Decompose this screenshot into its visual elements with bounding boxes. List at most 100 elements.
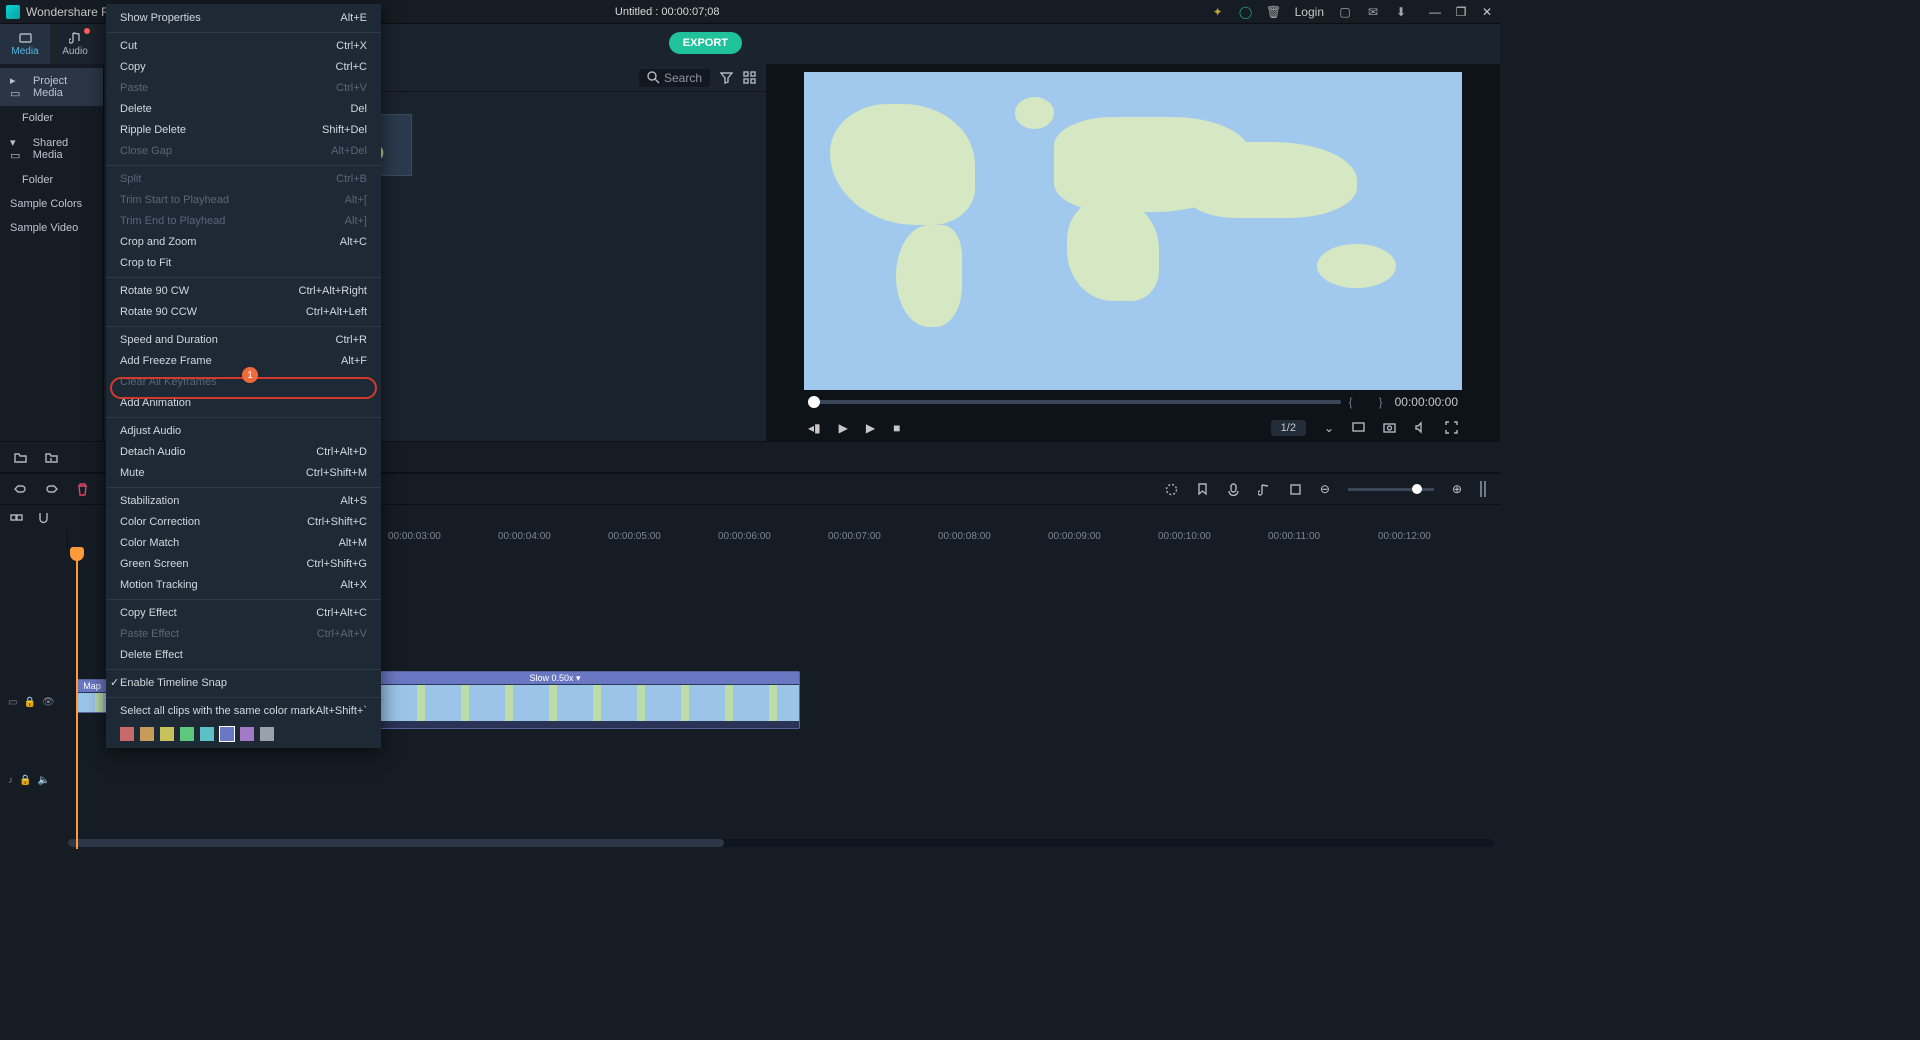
save-folder-icon[interactable] [45,451,58,464]
zoom-fit-icon[interactable] [1480,481,1486,497]
undo-icon[interactable] [14,483,27,496]
tab-media[interactable]: Media [0,24,50,64]
ctx-speed-duration[interactable]: Speed and DurationCtrl+R [106,330,381,351]
track-header-video[interactable]: ▭ 🔒 👁 [0,697,68,708]
play-button[interactable]: ▶ [839,421,848,435]
ctx-green-screen[interactable]: Green ScreenCtrl+Shift+G [106,554,381,575]
ruler-tick: 00:00:03:00 [388,531,441,542]
media-sidebar: ▸ ▭Project Media Folder ▾ ▭Shared Media … [0,64,104,441]
color-swatch[interactable] [120,727,134,741]
mail-icon[interactable]: ✉ [1366,5,1380,19]
ctx-crop-zoom[interactable]: Crop and ZoomAlt+C [106,232,381,253]
ctx-crop-fit[interactable]: Crop to Fit [106,253,381,274]
redo-icon[interactable] [45,483,58,496]
ctx-ripple-delete[interactable]: Ripple DeleteShift+Del [106,120,381,141]
export-button[interactable]: EXPORT [669,32,742,54]
close-button[interactable]: ✕ [1480,5,1494,19]
magnet-icon[interactable] [37,511,50,524]
search-input[interactable]: Search [639,69,710,87]
sidebar-label: Project Media [33,75,93,99]
save-icon[interactable]: ▢ [1338,5,1352,19]
ctx-mute[interactable]: MuteCtrl+Shift+M [106,463,381,484]
sidebar-item-sample-video[interactable]: Sample Video [0,216,103,240]
snapshot-icon[interactable] [1383,421,1396,434]
prev-frame-button[interactable]: ◂▮ [808,421,821,435]
timeline-scrollbar[interactable] [68,839,1494,847]
ctx-show-properties[interactable]: Show PropertiesAlt+E [106,8,381,29]
audio-mixer-icon[interactable] [1258,483,1271,496]
visible-icon[interactable]: ▭ [8,697,17,708]
lightbulb-icon[interactable]: ✦ [1211,5,1225,19]
sidebar-item-project-media[interactable]: ▸ ▭Project Media [0,68,103,106]
ctx-motion-tracking[interactable]: Motion TrackingAlt+X [106,575,381,596]
ctx-detach-audio[interactable]: Detach AudioCtrl+Alt+D [106,442,381,463]
ctx-color-match[interactable]: Color MatchAlt+M [106,533,381,554]
minimize-button[interactable]: — [1428,5,1442,19]
tab-audio[interactable]: Audio [50,24,100,64]
color-swatch[interactable] [180,727,194,741]
color-swatch[interactable] [240,727,254,741]
ctx-rotate-ccw[interactable]: Rotate 90 CCWCtrl+Alt+Left [106,302,381,323]
trash-icon[interactable]: 🗑 [1267,5,1281,19]
ruler-tick: 00:00:05:00 [608,531,661,542]
display-icon[interactable] [1352,421,1365,434]
preview-zoom-select[interactable]: 1/2 [1271,420,1306,436]
lock-icon[interactable]: 🔒 [23,697,35,708]
stop-button[interactable]: ■ [893,421,900,435]
ctx-add-animation[interactable]: Add Animation [106,393,381,414]
grid-view-icon[interactable] [743,71,756,84]
mute-track-icon[interactable]: 👁 [42,697,55,708]
timeline-clip-small[interactable]: Map [76,679,108,713]
ctx-stabilization[interactable]: StabilizationAlt+S [106,491,381,512]
ctx-delete-effect[interactable]: Delete Effect [106,645,381,666]
ctx-color-correction[interactable]: Color CorrectionCtrl+Shift+C [106,512,381,533]
music-icon[interactable]: ♪ [8,775,13,786]
crop-icon[interactable] [1289,483,1302,496]
render-icon[interactable] [1165,483,1178,496]
ctx-copy[interactable]: CopyCtrl+C [106,57,381,78]
check-icon: ✓ [110,676,119,691]
delete-icon[interactable] [76,483,89,496]
zoom-out-button[interactable]: ⊖ [1320,482,1330,496]
next-frame-button[interactable]: ▶ [866,421,875,435]
chevron-down-icon[interactable]: ⌄ [1324,421,1334,435]
ctx-select-color-mark[interactable]: Select all clips with the same color mar… [106,701,381,722]
color-swatch[interactable] [160,727,174,741]
open-folder-icon[interactable] [14,451,27,464]
lock-icon[interactable]: 🔒 [19,775,31,786]
voiceover-icon[interactable] [1227,483,1240,496]
preview-viewport[interactable] [804,72,1462,390]
sidebar-item-folder[interactable]: Folder [0,168,103,192]
ctx-cut[interactable]: CutCtrl+X [106,36,381,57]
ctx-timeline-snap[interactable]: ✓Enable Timeline Snap [106,673,381,694]
sidebar-item-folder[interactable]: Folder [0,106,103,130]
track-header-audio[interactable]: ♪ 🔒 🔈 [0,775,68,786]
clip-label: Map [77,680,107,692]
volume-icon[interactable] [1414,421,1427,434]
color-swatch[interactable] [260,727,274,741]
ctx-delete[interactable]: DeleteDel [106,99,381,120]
headphones-icon[interactable]: ◯ [1239,5,1253,19]
link-icon[interactable] [10,511,23,524]
login-button[interactable]: Login [1295,5,1324,19]
marker-icon[interactable] [1196,483,1209,496]
color-swatch[interactable] [200,727,214,741]
speaker-icon[interactable]: 🔈 [37,775,49,786]
sidebar-item-sample-colors[interactable]: Sample Colors [0,192,103,216]
maximize-button[interactable]: ❐ [1454,5,1468,19]
timeline-clip-large[interactable]: Slow 0.50x ▾ [310,671,800,729]
playhead[interactable] [76,549,78,849]
ctx-rotate-cw[interactable]: Rotate 90 CWCtrl+Alt+Right [106,281,381,302]
ctx-split: SplitCtrl+B [106,169,381,190]
ctx-copy-effect[interactable]: Copy EffectCtrl+Alt+C [106,603,381,624]
color-swatch[interactable] [220,727,234,741]
timeline-zoom-slider[interactable] [1348,488,1434,491]
color-swatch[interactable] [140,727,154,741]
zoom-in-button[interactable]: ⊕ [1452,482,1462,496]
preview-scrubber[interactable] [808,400,1341,404]
download-icon[interactable]: ⬇ [1394,5,1408,19]
fullscreen-icon[interactable] [1445,421,1458,434]
ctx-adjust-audio[interactable]: Adjust Audio [106,421,381,442]
sidebar-item-shared-media[interactable]: ▾ ▭Shared Media [0,130,103,168]
filter-icon[interactable] [720,71,733,84]
